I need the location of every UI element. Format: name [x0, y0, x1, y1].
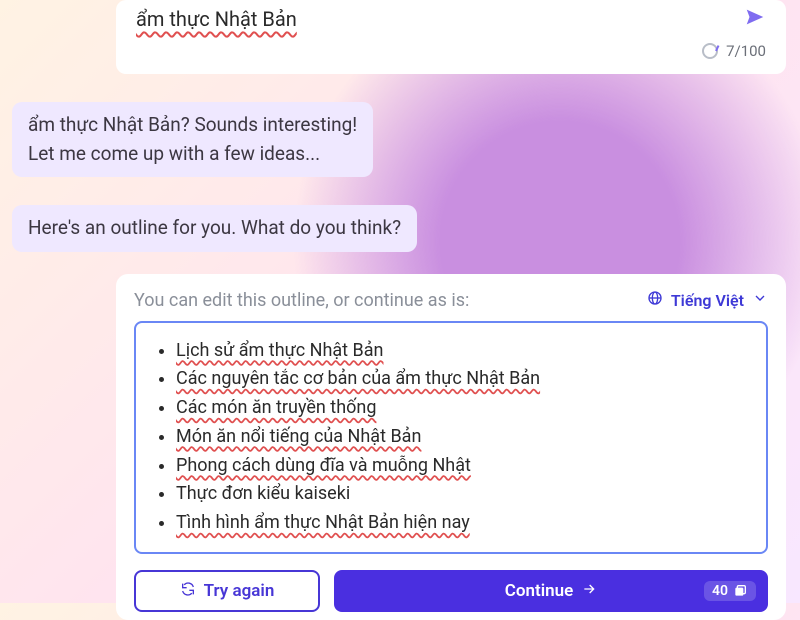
outline-item[interactable]: Phong cách dùng đĩa và muỗng Nhật: [176, 452, 744, 481]
assistant-bubble-2: Here's an outline for you. What do you t…: [12, 205, 417, 252]
outline-item[interactable]: Các món ăn truyền thống: [176, 394, 744, 423]
outline-card: You can edit this outline, or continue a…: [116, 274, 786, 620]
try-again-button[interactable]: Try again: [134, 570, 320, 612]
send-icon[interactable]: [744, 6, 766, 32]
arrow-right-icon: [581, 581, 597, 602]
outline-item[interactable]: Lịch sử ẩm thực Nhật Bản: [176, 337, 744, 366]
topic-input[interactable]: ẩm thực Nhật Bản: [136, 7, 297, 31]
topic-input-card: ẩm thực Nhật Bản 7/100: [116, 0, 786, 74]
language-label: Tiếng Việt: [671, 291, 744, 310]
assistant-bubble-1: ẩm thực Nhật Bản? Sounds interesting! Le…: [12, 102, 373, 177]
credits-badge: 40: [704, 581, 756, 601]
outline-item[interactable]: Tình hình ẩm thực Nhật Bản hiện nay: [176, 509, 744, 538]
outline-item[interactable]: Thực đơn kiểu kaiseki: [176, 480, 744, 509]
continue-button[interactable]: Continue 40: [334, 570, 768, 612]
outline-item[interactable]: Các nguyên tắc cơ bản của ẩm thực Nhật B…: [176, 365, 744, 394]
word-counter: 7/100: [726, 42, 766, 60]
language-selector[interactable]: Tiếng Việt: [647, 290, 768, 310]
outline-editor[interactable]: Lịch sử ẩm thực Nhật Bản Các nguyên tắc …: [134, 321, 768, 555]
progress-icon: [702, 43, 718, 59]
refresh-icon: [180, 581, 196, 602]
outline-item[interactable]: Món ăn nổi tiếng của Nhật Bản: [176, 423, 744, 452]
edit-hint: You can edit this outline, or continue a…: [134, 290, 469, 311]
chevron-down-icon: [752, 290, 768, 310]
globe-icon: [647, 290, 663, 310]
